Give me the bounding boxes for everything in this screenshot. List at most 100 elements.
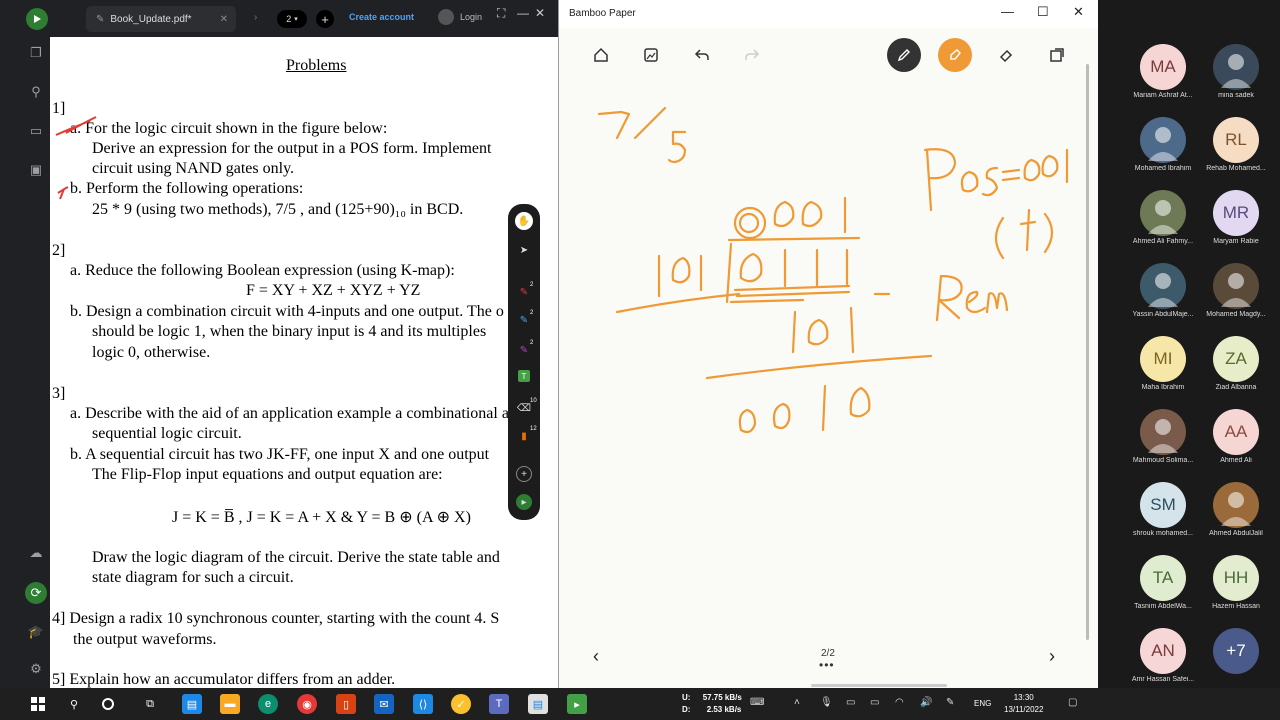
search-icon[interactable]: ⚲ <box>26 82 46 102</box>
notifications-icon[interactable]: ▢ <box>1068 697 1077 708</box>
next-page-chevron-icon[interactable]: › <box>1049 646 1055 667</box>
new-tab-button[interactable]: + <box>316 10 334 28</box>
save-icon[interactable]: ▣ <box>26 160 46 180</box>
close-window-icon[interactable]: ✕ <box>535 6 545 20</box>
input-language[interactable]: ENG <box>974 699 991 708</box>
participant-avatar: SM <box>1140 482 1186 528</box>
participant-tile[interactable]: Ahmed Ali Fahmy... <box>1126 186 1200 256</box>
add-tool-icon[interactable]: + <box>516 466 532 482</box>
image-icon[interactable] <box>636 40 666 70</box>
task-view-icon[interactable]: ⧉ <box>140 694 160 714</box>
participant-tile[interactable]: Ahmed AbdulJalil <box>1199 478 1273 548</box>
participant-tile[interactable]: MA Mariam Ashraf At... <box>1126 40 1200 110</box>
pen-tool-icon[interactable] <box>887 38 921 72</box>
lasso-select-icon[interactable] <box>1042 40 1072 70</box>
participant-tile[interactable]: TA Tasnim AbdelWa... <box>1126 551 1200 621</box>
participant-name: mina sadek <box>1218 92 1254 99</box>
settings-icon[interactable]: ⚙ <box>26 659 46 679</box>
more-options-icon[interactable]: ••• <box>819 658 835 672</box>
monitor-icon[interactable]: ▭ <box>846 697 855 708</box>
bamboo-paper-taskbar-icon[interactable]: ▤ <box>528 694 548 714</box>
office-icon[interactable]: ▯ <box>336 694 356 714</box>
minimize-icon[interactable]: — <box>517 6 529 20</box>
participant-tile[interactable]: MI Maha Ibrahim <box>1126 332 1200 402</box>
cortana-icon[interactable] <box>102 698 114 710</box>
education-icon[interactable]: 🎓 <box>26 622 46 642</box>
chrome-icon[interactable]: ◉ <box>297 694 317 714</box>
hand-tool-icon[interactable]: ✋ <box>515 212 533 230</box>
volume-icon[interactable]: 🔊 <box>920 697 932 708</box>
ink-digit-7 <box>597 110 631 140</box>
pdf-text-line: circuit using NAND gates only. <box>92 160 295 177</box>
text-tool-icon[interactable]: T <box>518 370 530 382</box>
ink-subtrahend <box>791 306 855 354</box>
pointer-icon[interactable]: ➤ <box>516 242 532 258</box>
app-logo-icon[interactable] <box>26 8 48 30</box>
participant-name: Maryam Rabie <box>1213 238 1259 245</box>
keyboard-icon[interactable]: ⌨ <box>750 697 764 708</box>
previous-page-chevron-icon[interactable]: ‹ <box>593 646 599 667</box>
minimize-icon[interactable]: — <box>1001 4 1014 19</box>
participant-tile[interactable]: MR Maryam Rabie <box>1199 186 1273 256</box>
create-account-link[interactable]: Create account <box>349 12 414 22</box>
download-label: D: <box>682 705 691 714</box>
pdf-text-line: a. Reduce the following Boolean expressi… <box>70 262 455 279</box>
pdf-text-line: b. A sequential circuit has two JK-FF, o… <box>70 446 490 463</box>
comments-icon[interactable]: ▭ <box>26 121 46 141</box>
home-icon[interactable] <box>586 40 616 70</box>
microphone-icon[interactable]: 🎙 <box>820 697 833 708</box>
more-participants-button[interactable]: +7 <box>1199 624 1273 694</box>
norton-icon[interactable]: ✓ <box>451 694 471 714</box>
close-tab-icon[interactable]: ✕ <box>220 14 228 25</box>
participant-tile[interactable]: Yassin AbdulMaje... <box>1126 259 1200 329</box>
system-clock[interactable]: 13:30 13/11/2022 <box>1004 692 1043 716</box>
drawing-canvas[interactable] <box>559 80 1099 640</box>
pages-icon[interactable]: ❐ <box>26 43 46 63</box>
participant-tile[interactable]: Mahmoud Solima... <box>1126 405 1200 475</box>
participant-tile[interactable]: ZA Ziad Albanna <box>1199 332 1273 402</box>
mail-icon[interactable]: ✉ <box>374 694 394 714</box>
vscode-icon[interactable]: ⟨⟩ <box>413 694 433 714</box>
maximize-icon[interactable]: ☐ <box>1037 4 1049 20</box>
eraser-tool-icon[interactable] <box>991 40 1021 70</box>
highlighter-tool-icon[interactable] <box>938 38 972 72</box>
participant-tile[interactable]: RL Rehab Mohamed... <box>1199 113 1273 183</box>
wifi-icon[interactable]: ◠ <box>895 697 904 708</box>
participant-tile[interactable]: HH Hazem Hassan <box>1199 551 1273 621</box>
participant-tile[interactable]: AA Ahmed Ali <box>1199 405 1273 475</box>
redo-icon[interactable] <box>737 40 767 70</box>
pdf-text-line: a. Describe with the aid of an applicati… <box>70 405 509 422</box>
battery-icon[interactable]: ▭ <box>870 697 879 708</box>
app-blue-icon[interactable]: ▤ <box>182 694 202 714</box>
file-explorer-icon[interactable]: ▬ <box>220 694 240 714</box>
page-scrollbar[interactable] <box>1086 64 1089 640</box>
undo-icon[interactable] <box>687 40 717 70</box>
teams-icon[interactable]: T <box>489 694 509 714</box>
bamboo-paper-window: Bamboo Paper — ☐ ✕ ‹ 2/2 ••• › <box>558 0 1099 688</box>
sync-icon[interactable]: ⟳ <box>25 582 47 604</box>
cloud-icon[interactable]: ☁ <box>26 543 46 563</box>
bamboo-titlebar: Bamboo Paper — ☐ ✕ <box>559 0 1099 28</box>
ink-pos-P <box>923 148 957 212</box>
search-icon[interactable]: ⚲ <box>64 694 84 714</box>
login-button[interactable]: Login <box>438 9 482 25</box>
chevron-up-icon[interactable]: ˄ <box>794 697 800 708</box>
app-switch-icon[interactable]: ▸ <box>516 494 532 510</box>
participant-initials: RL <box>1225 130 1247 149</box>
participant-initials: ZA <box>1225 349 1247 368</box>
highlighter-badge: 12 <box>530 426 537 432</box>
windows-start-icon[interactable] <box>28 694 48 714</box>
participant-tile[interactable]: SM shrouk mohamed... <box>1126 478 1200 548</box>
restore-icon[interactable]: ⛶ <box>497 6 505 21</box>
participant-tile[interactable]: Mohamed Magdy... <box>1199 259 1273 329</box>
pen-icon[interactable]: ✎ <box>946 697 954 708</box>
edge-icon[interactable]: e <box>258 694 278 714</box>
tab-count-dropdown[interactable]: 2 ▾ <box>277 10 307 28</box>
tab-book-update[interactable]: ✎ Book_Update.pdf* ✕ <box>86 6 236 32</box>
chevron-right-icon[interactable]: › <box>254 12 257 23</box>
participant-tile[interactable]: mina sadek <box>1199 40 1273 110</box>
close-window-icon[interactable]: ✕ <box>1073 4 1084 20</box>
pdf-app-taskbar-icon[interactable]: ▸ <box>567 694 587 714</box>
participant-tile[interactable]: Mohamed Ibrahim <box>1126 113 1200 183</box>
participant-tile[interactable]: AN Amr Hassan Safei... <box>1126 624 1200 694</box>
